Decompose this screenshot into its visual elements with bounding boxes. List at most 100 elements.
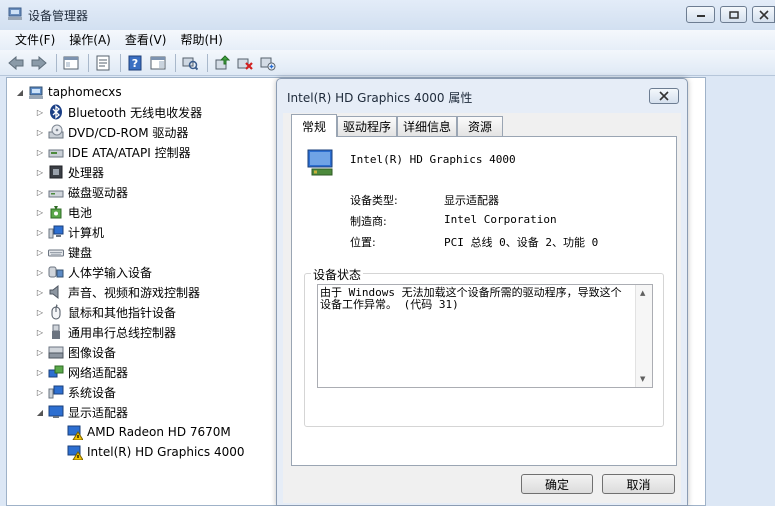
title-bar: 设备管理器 <box>0 0 775 30</box>
expand-arrow-icon[interactable]: ▷ <box>35 188 45 197</box>
mouse-icon <box>51 304 61 320</box>
computer-icon <box>29 86 43 99</box>
maximize-button[interactable] <box>720 6 747 23</box>
display-adapter-warning-icon <box>67 445 83 460</box>
expand-arrow-icon[interactable]: ▷ <box>35 208 45 217</box>
tab-general[interactable]: 常规 <box>291 114 337 137</box>
device-status-text: 由于 Windows 无法加载这个设备所需的驱动程序，导致这个设备工作异常。 (… <box>320 286 622 311</box>
tree-item-mouse[interactable]: ▷ 鼠标和其他指针设备 <box>35 302 176 322</box>
expand-arrow-icon[interactable]: ▷ <box>35 308 45 317</box>
device-status-group: 设备状态 由于 Windows 无法加载这个设备所需的驱动程序，导致这个设备工作… <box>304 266 664 427</box>
tree-item-amd-gpu[interactable]: AMD Radeon HD 7670M <box>67 422 231 442</box>
expand-arrow-icon[interactable]: ▷ <box>35 268 45 277</box>
menu-file[interactable]: 文件(F) <box>8 31 62 49</box>
update-driver-button[interactable] <box>212 53 232 73</box>
properties-button[interactable] <box>93 53 113 73</box>
network-adapter-icon <box>48 365 64 378</box>
tab-resources[interactable]: 资源 <box>457 116 503 136</box>
collapse-arrow-icon[interactable]: ◢ <box>35 408 45 417</box>
computer-icon <box>48 225 64 239</box>
toolbar-separator <box>175 53 176 72</box>
collapse-arrow-icon[interactable]: ◢ <box>15 88 25 97</box>
scroll-down-icon[interactable]: ▼ <box>640 375 645 383</box>
tab-driver[interactable]: 驱动程序 <box>337 116 397 136</box>
ide-controller-icon <box>48 149 64 158</box>
keyboard-icon <box>48 249 64 257</box>
tree-item-disk[interactable]: ▷ 磁盘驱动器 <box>35 182 128 202</box>
toolbar-separator <box>120 53 121 72</box>
tree-item-bluetooth[interactable]: ▷ Bluetooth 无线电收发器 <box>35 102 202 122</box>
show-hide-tree-button[interactable] <box>61 53 81 73</box>
toolbar: ? <box>0 50 775 76</box>
menu-help[interactable]: 帮助(H) <box>173 31 229 49</box>
device-name: Intel(R) HD Graphics 4000 <box>350 153 516 166</box>
uninstall-button[interactable] <box>235 53 255 73</box>
console-tree-icon <box>63 56 79 69</box>
close-icon <box>758 9 769 20</box>
expand-arrow-icon[interactable]: ▷ <box>35 148 45 157</box>
minimize-button[interactable] <box>686 6 715 23</box>
prop-value: PCI 总线 0、设备 2、功能 0 <box>444 236 599 249</box>
device-status-textbox[interactable]: 由于 Windows 无法加载这个设备所需的驱动程序，导致这个设备工作异常。 (… <box>317 284 653 388</box>
menu-view[interactable]: 查看(V) <box>118 31 174 49</box>
disk-drive-icon <box>48 190 64 198</box>
action-pane-icon <box>150 56 166 69</box>
expand-arrow-icon[interactable]: ▷ <box>35 168 45 177</box>
prop-value: 显示适配器 <box>444 194 499 207</box>
tree-item-battery[interactable]: ▷ 电池 <box>35 202 92 222</box>
system-device-icon <box>48 385 64 399</box>
expand-arrow-icon[interactable]: ▷ <box>35 288 45 297</box>
properties-dialog: Intel(R) HD Graphics 4000 属性 常规 驱动程序 详细信… <box>276 78 688 506</box>
scroll-up-icon[interactable]: ▲ <box>640 289 645 297</box>
dialog-close-button[interactable] <box>649 88 679 104</box>
action-pane-button[interactable] <box>148 53 168 73</box>
tree-item-hid[interactable]: ▷ 人体学输入设备 <box>35 262 152 282</box>
menu-action[interactable]: 操作(A) <box>62 31 118 49</box>
tree-item-ide[interactable]: ▷ IDE ATA/ATAPI 控制器 <box>35 142 191 162</box>
help-button[interactable]: ? <box>125 53 145 73</box>
tree-item-network[interactable]: ▷ 网络适配器 <box>35 362 128 382</box>
tree-item-usb[interactable]: ▷ 通用串行总线控制器 <box>35 322 176 342</box>
expand-arrow-icon[interactable]: ▷ <box>35 328 45 337</box>
dialog-title: Intel(R) HD Graphics 4000 属性 <box>287 91 473 105</box>
device-manager-window: 设备管理器 文件(F) 操作(A) 查看(V) 帮助(H) ? ◢ taphom… <box>0 0 775 506</box>
expand-arrow-icon[interactable]: ▷ <box>35 108 45 117</box>
close-window-button[interactable] <box>752 6 775 23</box>
tree-item-system[interactable]: ▷ 系统设备 <box>35 382 116 402</box>
tree-item-dvd[interactable]: ▷ DVD/CD-ROM 驱动器 <box>35 122 188 142</box>
minimize-icon <box>696 14 705 17</box>
display-adapter-warning-icon <box>67 425 83 440</box>
scan-hardware-button[interactable] <box>180 53 200 73</box>
tree-item-computer[interactable]: ▷ 计算机 <box>35 222 104 242</box>
prop-label: 位置: <box>350 236 376 249</box>
tree-item-sound[interactable]: ▷ 声音、视频和游戏控制器 <box>35 282 200 302</box>
expand-arrow-icon[interactable]: ▷ <box>35 248 45 257</box>
scan-hardware-icon <box>182 57 198 70</box>
device-manager-icon <box>8 7 22 20</box>
tab-details[interactable]: 详细信息 <box>397 116 457 136</box>
ok-button[interactable]: 确定 <box>521 474 593 494</box>
tree-item-display[interactable]: ◢ 显示适配器 <box>35 402 128 422</box>
expand-arrow-icon[interactable]: ▷ <box>35 128 45 137</box>
cancel-button[interactable]: 取消 <box>602 474 675 494</box>
expand-arrow-icon[interactable]: ▷ <box>35 228 45 237</box>
svg-text:?: ? <box>132 57 138 70</box>
back-button[interactable] <box>6 53 26 73</box>
tree-item-imaging[interactable]: ▷ 图像设备 <box>35 342 116 362</box>
tree-root[interactable]: ◢ taphomecxs <box>15 82 122 102</box>
toolbar-separator <box>207 53 208 72</box>
tree-item-keyboard[interactable]: ▷ 键盘 <box>35 242 92 262</box>
disable-button[interactable] <box>258 53 278 73</box>
expand-arrow-icon[interactable]: ▷ <box>35 388 45 397</box>
sound-icon <box>49 284 59 300</box>
processor-icon <box>49 165 63 179</box>
expand-arrow-icon[interactable]: ▷ <box>35 368 45 377</box>
forward-button[interactable] <box>29 53 49 73</box>
close-icon <box>659 91 669 101</box>
prop-value: Intel Corporation <box>444 213 557 226</box>
tree-item-intel-gpu[interactable]: Intel(R) HD Graphics 4000 <box>67 442 245 462</box>
expand-arrow-icon[interactable]: ▷ <box>35 348 45 357</box>
tree-item-processor[interactable]: ▷ 处理器 <box>35 162 104 182</box>
forward-arrow-icon <box>31 55 47 70</box>
status-scrollbar[interactable]: ▲ ▼ <box>635 285 652 387</box>
